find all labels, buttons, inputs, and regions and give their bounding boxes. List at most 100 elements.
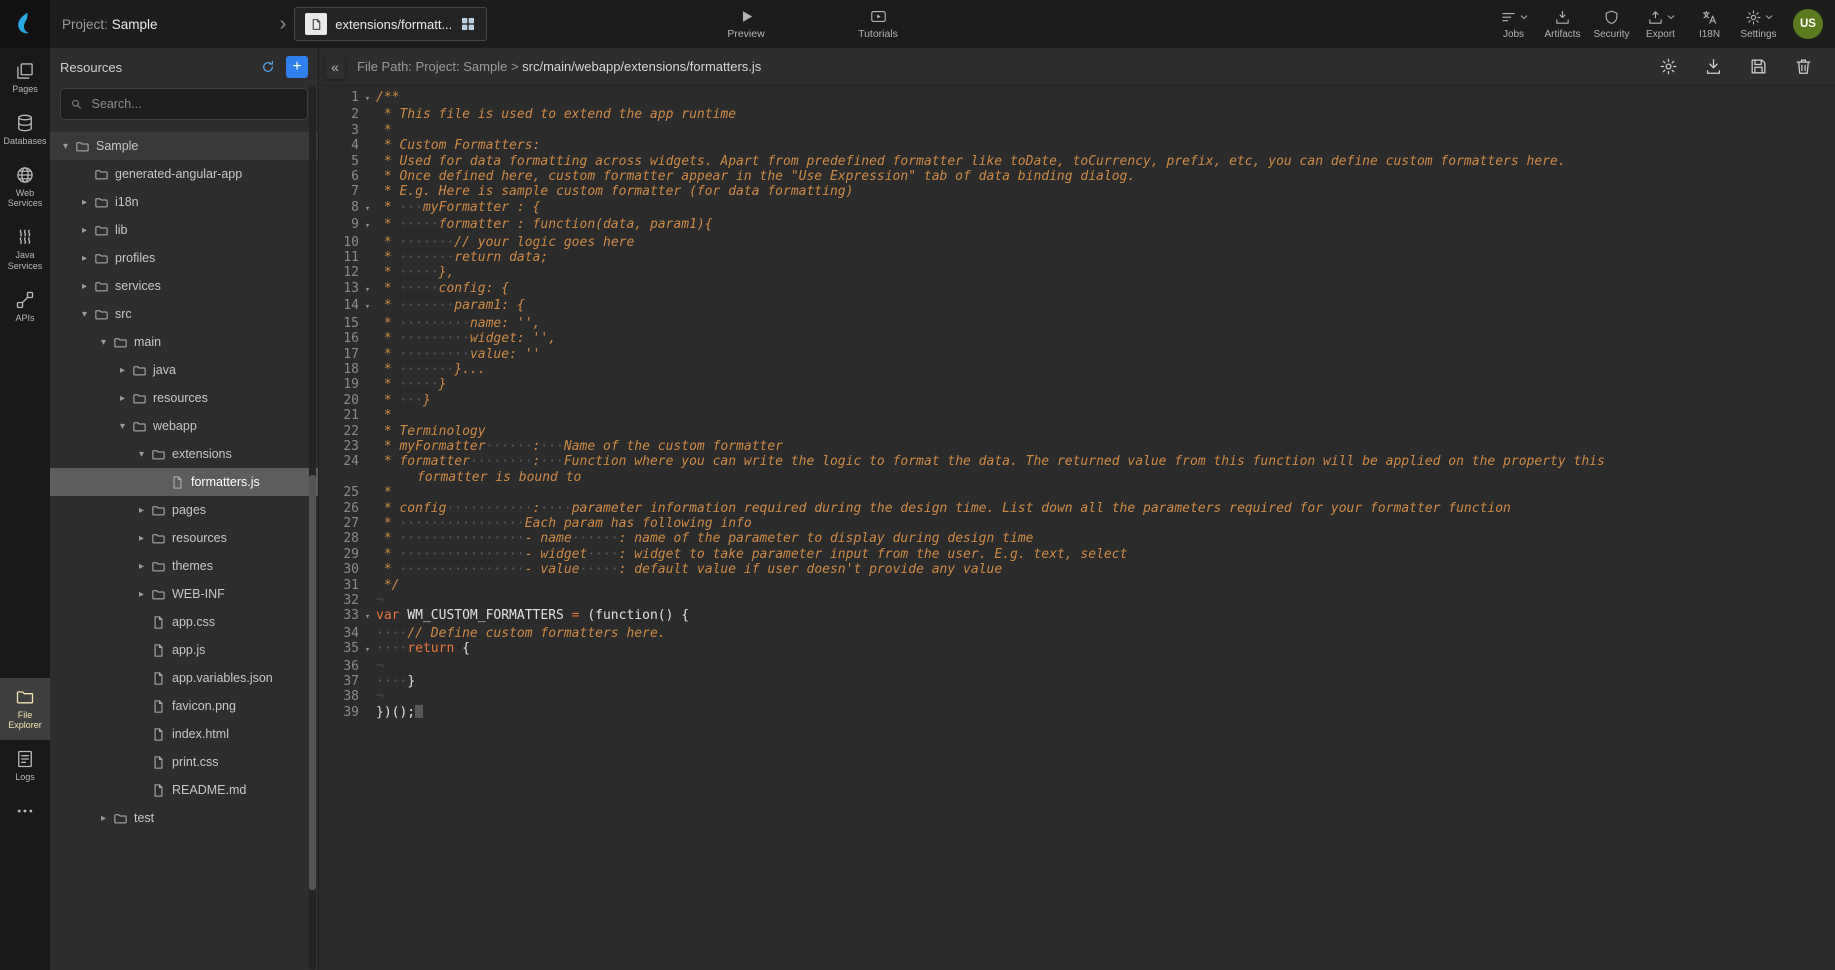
code-text[interactable]: * <box>376 408 1667 423</box>
tree-folder-src[interactable]: ▾src <box>50 300 318 328</box>
rail-item-more[interactable] <box>0 792 50 830</box>
code-text[interactable]: ¬ <box>376 659 1667 674</box>
tree-folder-services[interactable]: ▸services <box>50 272 318 300</box>
code-text[interactable]: * ·········widget: '', <box>376 331 1667 346</box>
topbar-settings-button[interactable]: Settings <box>1734 9 1783 40</box>
rail-item-databases[interactable]: Databases <box>0 104 50 156</box>
code-text[interactable]: * ················- value·····: default … <box>376 562 1667 577</box>
topbar-export-button[interactable]: Export <box>1636 9 1685 40</box>
tree-folder-resources[interactable]: ▸resources <box>50 524 318 552</box>
fold-arrow-icon[interactable]: ▾ <box>359 281 376 298</box>
collapse-arrow-icon[interactable]: ▾ <box>115 421 130 432</box>
code-text[interactable]: /** <box>376 90 1667 107</box>
topbar-artifacts-button[interactable]: Artifacts <box>1538 9 1587 40</box>
tree-folder-themes[interactable]: ▸themes <box>50 552 318 580</box>
code-text[interactable]: ¬ <box>376 593 1667 608</box>
expand-arrow-icon[interactable]: ▸ <box>134 505 149 516</box>
expand-arrow-icon[interactable]: ▸ <box>115 365 130 376</box>
fold-arrow-icon[interactable]: ▾ <box>359 298 376 315</box>
tree-folder-webapp[interactable]: ▾webapp <box>50 412 318 440</box>
code-text[interactable]: * Custom Formatters: <box>376 138 1667 153</box>
tree-folder-sample[interactable]: ▾Sample <box>50 132 318 160</box>
expand-arrow-icon[interactable]: ▸ <box>134 561 149 572</box>
topbar-i18n-button[interactable]: I18N <box>1685 9 1734 40</box>
tree-file-index-html[interactable]: index.html <box>50 720 318 748</box>
topbar-security-button[interactable]: Security <box>1587 9 1636 40</box>
code-text[interactable]: * config···········:····parameter inform… <box>376 501 1667 516</box>
tree-folder-test[interactable]: ▸test <box>50 804 318 832</box>
tree-file-app-js[interactable]: app.js <box>50 636 318 664</box>
expand-arrow-icon[interactable]: ▸ <box>77 197 92 208</box>
expand-arrow-icon[interactable]: ▸ <box>77 225 92 236</box>
rail-item-file-explorer[interactable]: File Explorer <box>0 678 50 741</box>
fold-arrow-icon[interactable]: ▾ <box>359 608 376 625</box>
tree-file-app-css[interactable]: app.css <box>50 608 318 636</box>
code-text[interactable]: ····} <box>376 674 1667 689</box>
tree-folder-java[interactable]: ▸java <box>50 356 318 384</box>
code-text[interactable]: * ·······param1: { <box>376 298 1667 315</box>
trash-button[interactable] <box>1794 57 1813 76</box>
fold-arrow-icon[interactable]: ▾ <box>359 200 376 217</box>
user-avatar[interactable]: US <box>1793 9 1823 39</box>
code-text[interactable]: * ·······// your logic goes here <box>376 235 1667 250</box>
rail-item-java-services[interactable]: Java Services <box>0 218 50 281</box>
code-text[interactable]: * ·····config: { <box>376 281 1667 298</box>
tree-folder-resources[interactable]: ▸resources <box>50 384 318 412</box>
code-text[interactable]: * formatter········:···Function where yo… <box>376 454 1667 485</box>
tree-folder-web-inf[interactable]: ▸WEB-INF <box>50 580 318 608</box>
gear-button[interactable] <box>1659 57 1678 76</box>
topbar-preview-button[interactable]: Preview <box>720 0 772 48</box>
collapse-panel-button[interactable]: « <box>325 55 345 79</box>
tree-file-app-variables-json[interactable]: app.variables.json <box>50 664 318 692</box>
code-text[interactable]: var WM_CUSTOM_FORMATTERS = (function() { <box>376 608 1667 625</box>
tree-folder-generated-angular-app[interactable]: generated-angular-app <box>50 160 318 188</box>
search-input[interactable] <box>90 96 298 112</box>
code-text[interactable]: * ·····} <box>376 377 1667 392</box>
code-text[interactable]: * Terminology <box>376 424 1667 439</box>
code-text[interactable]: * ·······return data; <box>376 250 1667 265</box>
code-text[interactable]: ····return { <box>376 641 1667 658</box>
rail-item-web-services[interactable]: Web Services <box>0 156 50 219</box>
collapse-arrow-icon[interactable]: ▾ <box>134 449 149 460</box>
download-button[interactable] <box>1704 57 1723 76</box>
code-text[interactable]: * This file is used to extend the app ru… <box>376 107 1667 122</box>
code-text[interactable]: * ·······}... <box>376 362 1667 377</box>
tree-folder-main[interactable]: ▾main <box>50 328 318 356</box>
code-text[interactable]: * Used for data formatting across widget… <box>376 154 1667 169</box>
tree-file-favicon-png[interactable]: favicon.png <box>50 692 318 720</box>
expand-arrow-icon[interactable]: ▸ <box>115 393 130 404</box>
code-text[interactable]: ····// Define custom formatters here. <box>376 626 1667 641</box>
code-text[interactable]: * ················- name······: name of … <box>376 531 1667 546</box>
fold-arrow-icon[interactable]: ▾ <box>359 217 376 234</box>
code-editor[interactable]: 1▾/**2 * This file is used to extend the… <box>319 86 1835 970</box>
tree-folder-i18n[interactable]: ▸i18n <box>50 188 318 216</box>
collapse-arrow-icon[interactable]: ▾ <box>58 141 73 152</box>
code-text[interactable]: * ·····}, <box>376 265 1667 280</box>
code-text[interactable]: * E.g. Here is sample custom formatter (… <box>376 184 1667 199</box>
code-text[interactable]: ¬ <box>376 689 1667 704</box>
code-text[interactable]: * Once defined here, custom formatter ap… <box>376 169 1667 184</box>
tree-file-readme-md[interactable]: README.md <box>50 776 318 804</box>
tree-folder-profiles[interactable]: ▸profiles <box>50 244 318 272</box>
scrollbar-thumb[interactable] <box>309 475 316 890</box>
open-file-tab[interactable]: extensions/formatt... <box>294 7 487 41</box>
tree-folder-lib[interactable]: ▸lib <box>50 216 318 244</box>
topbar-jobs-button[interactable]: Jobs <box>1489 9 1538 40</box>
fold-arrow-icon[interactable]: ▾ <box>359 90 376 107</box>
collapse-arrow-icon[interactable]: ▾ <box>96 337 111 348</box>
code-text[interactable]: * <box>376 485 1667 500</box>
expand-arrow-icon[interactable]: ▸ <box>77 281 92 292</box>
tree-folder-extensions[interactable]: ▾extensions <box>50 440 318 468</box>
rail-item-pages[interactable]: Pages <box>0 52 50 104</box>
code-text[interactable]: * ················Each param has followi… <box>376 516 1667 531</box>
code-text[interactable]: * ·····formatter : function(data, param1… <box>376 217 1667 234</box>
code-text[interactable]: * <box>376 123 1667 138</box>
topbar-tutorials-button[interactable]: Tutorials <box>852 0 904 48</box>
code-text[interactable]: })(); <box>376 705 1667 720</box>
breadcrumb-chevron-icon[interactable]: › <box>280 14 287 34</box>
tree-folder-pages[interactable]: ▸pages <box>50 496 318 524</box>
add-resource-button[interactable]: + <box>286 56 308 78</box>
rail-item-logs[interactable]: Logs <box>0 740 50 792</box>
fold-arrow-icon[interactable]: ▾ <box>359 641 376 658</box>
code-text[interactable]: * ·········value: '' <box>376 347 1667 362</box>
